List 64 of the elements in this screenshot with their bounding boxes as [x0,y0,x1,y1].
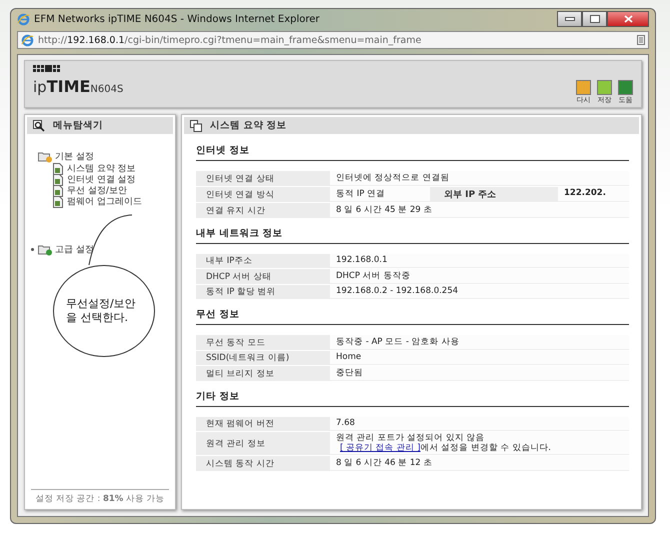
folder-icon [38,150,53,162]
panel-title: 시스템 요약 정보 [210,119,287,132]
tree-item[interactable]: 펌웨어 업그레이드 [67,195,142,208]
section-title: 기타 정보 [196,388,629,407]
row-label: 무선 동작 모드 [196,335,330,350]
row-label: 외부 IP 주소 [430,187,558,202]
maximize-button[interactable] [582,11,607,27]
row-value: 동작중 - AP 모드 - 암호화 사용 [330,335,629,350]
row-label: 연결 유지 시간 [196,203,330,218]
window-title: EFM Networks ipTIME N604S - Windows Internet Explorer [34,14,320,24]
browser-logo-icon [17,12,30,26]
tree-item[interactable]: 고급 설정 [55,243,94,256]
row-label: 인터넷 연결 상태 [196,171,330,186]
row-value: 8 일 6 시간 46 분 12 초 [330,456,629,472]
row-value: 원격 관리 포트가 설정되어 있지 않음 [336,433,486,444]
section-title: 내부 네트워크 정보 [196,225,629,244]
tree-item[interactable]: 무선 설정/보안 [67,184,127,197]
storage-status: 설정 저장 공간 : 81% 사용 가능 [31,489,169,505]
row-value: 인터넷에 정상적으로 연결됨 [330,171,629,186]
row-value: DHCP 서버 동작중 [330,269,629,284]
panel-title: 메뉴탐색기 [53,119,103,132]
row-label: DHCP 서버 상태 [196,269,330,284]
logo-text: ip [33,78,47,96]
row-value: 7.68 [330,417,629,431]
page-icon [53,184,63,196]
tree-item[interactable]: 시스템 요약 정보 [67,162,136,175]
row-label: 시스템 동작 시간 [196,456,330,472]
row-label: 원격 관리 정보 [196,432,330,456]
row-value: 동적 IP 연결 [330,187,430,202]
row-value: Home [330,351,629,365]
windows-icon [190,120,202,132]
tree-item[interactable]: 인터넷 연결 설정 [67,173,136,186]
row-value: 중단됨 [330,366,629,381]
page-icon [53,162,63,174]
brand-mark-icon [33,65,63,72]
row-label: 내부 IP주소 [196,254,330,268]
model-name: N604S [90,84,124,95]
page-icon [53,196,63,208]
page-icon[interactable] [637,35,645,45]
close-button[interactable] [607,11,649,27]
row-label: 인터넷 연결 방식 [196,187,330,202]
row-label: 멀티 브리지 정보 [196,366,330,381]
close-icon [624,15,632,23]
minimize-button[interactable] [557,11,582,27]
page-icon [53,174,63,186]
address-field[interactable]: http://192.168.0.1/cgi-bin/timepro.cgi?tmenu=main_frame&smenu=main_frame [17,31,649,49]
row-value: 192.168.0.2 - 192.168.0.254 [330,285,629,299]
section-title: 무선 정보 [196,306,629,325]
callout-text: 무선설정/보안을 선택한다. [66,296,137,326]
row-label: SSID(네트워크 이름) [196,351,330,365]
tree-item[interactable]: 기본 설정 [55,150,94,163]
logo-text: TIME [46,77,90,96]
row-value: 에서 설정을 변경할 수 있습니다. [420,443,551,454]
row-value: 192.168.0.1 [330,254,629,268]
admin-link[interactable]: [ 공유기 접속 관리 ] [340,443,420,454]
section-title: 인터넷 정보 [196,142,629,161]
row-value: 8 일 6 시간 45 분 29 초 [330,203,629,218]
url-text: http://192.168.0.1/cgi-bin/timepro.cgi?tmenu=main_frame&smenu=main_frame [38,34,422,46]
folder-icon [38,244,53,256]
row-label: 현재 펌웨어 버전 [196,417,330,431]
row-value: 122.202. [558,187,629,202]
search-icon [33,120,45,132]
row-label: 동적 IP 할당 범위 [196,285,330,299]
browser-logo-icon [21,34,34,46]
